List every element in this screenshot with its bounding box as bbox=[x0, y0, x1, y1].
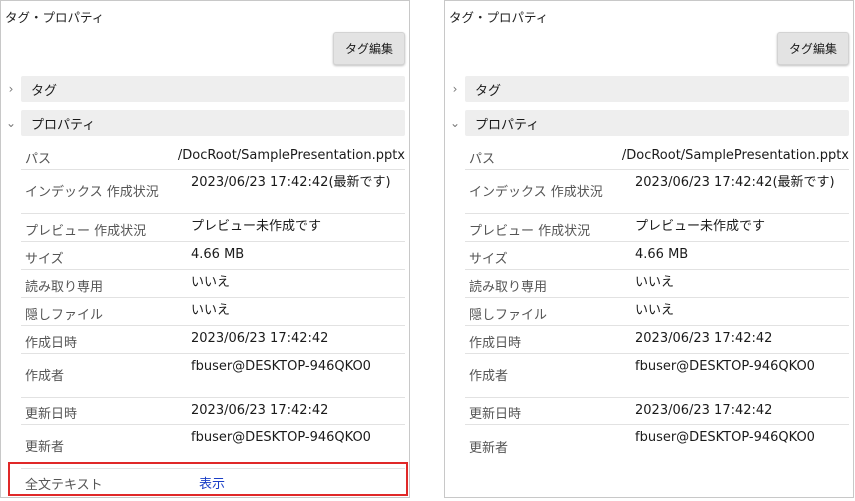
property-value: 2023/06/23 17:42:42(最新です) bbox=[191, 175, 391, 190]
property-value: 4.66 MB bbox=[191, 247, 245, 262]
property-key: 作成者 bbox=[469, 369, 509, 384]
property-key: 作成者 bbox=[25, 369, 65, 384]
chevron-down-icon: ⌄ bbox=[5, 116, 17, 130]
property-value: いいえ bbox=[191, 275, 231, 290]
property-value: 2023/06/23 17:42:42(最新です) bbox=[635, 175, 835, 190]
property-row-path: パス /DocRoot/SamplePresentation.pptx bbox=[465, 143, 849, 170]
property-value: いいえ bbox=[635, 303, 675, 318]
property-row-modifier: 更新者 fbuser@DESKTOP-946QKO0 bbox=[465, 425, 849, 469]
property-row-hidden: 隠しファイル いいえ bbox=[21, 298, 405, 326]
panel-title: タグ・プロパティ bbox=[449, 10, 549, 25]
property-key: サイズ bbox=[25, 252, 64, 267]
property-value: 2023/06/23 17:42:42 bbox=[191, 331, 329, 346]
chevron-right-icon: › bbox=[452, 82, 458, 96]
property-row-created: 作成日時 2023/06/23 17:42:42 bbox=[465, 326, 849, 354]
property-row-creator: 作成者 fbuser@DESKTOP-946QKO0 bbox=[21, 354, 405, 398]
property-key: 読み取り専用 bbox=[25, 280, 104, 295]
property-row-created: 作成日時 2023/06/23 17:42:42 bbox=[21, 326, 405, 354]
chevron-right-icon: › bbox=[8, 82, 14, 96]
property-value: いいえ bbox=[191, 303, 231, 318]
property-value: fbuser@DESKTOP-946QKO0 bbox=[635, 430, 815, 445]
property-section-label: プロパティ bbox=[465, 110, 849, 136]
property-key: 隠しファイル bbox=[25, 308, 104, 323]
property-key: 更新者 bbox=[469, 440, 509, 456]
property-row-size: サイズ 4.66 MB bbox=[465, 242, 849, 270]
property-key: 更新日時 bbox=[25, 407, 78, 422]
property-row-modified: 更新日時 2023/06/23 17:42:42 bbox=[21, 398, 405, 425]
property-key: 読み取り専用 bbox=[469, 280, 548, 295]
property-value: fbuser@DESKTOP-946QKO0 bbox=[191, 430, 371, 445]
tag-section-header[interactable]: › タグ bbox=[449, 76, 849, 102]
property-row-size: サイズ 4.66 MB bbox=[21, 242, 405, 270]
property-key: インデックス 作成状況 bbox=[469, 185, 603, 200]
property-row-modifier: 更新者 fbuser@DESKTOP-946QKO0 bbox=[21, 425, 405, 469]
property-key: 更新者 bbox=[25, 440, 65, 455]
property-key: プレビュー 作成状況 bbox=[25, 224, 147, 239]
property-section-label: プロパティ bbox=[21, 110, 405, 136]
panel-title: タグ・プロパティ bbox=[5, 10, 105, 25]
property-value: fbuser@DESKTOP-946QKO0 bbox=[191, 359, 371, 374]
property-row-modified: 更新日時 2023/06/23 17:42:42 bbox=[465, 398, 849, 425]
fulltext-show-link[interactable]: 表示 bbox=[199, 474, 225, 496]
property-row-preview: プレビュー 作成状況 プレビュー未作成です bbox=[465, 214, 849, 242]
property-key: 作成日時 bbox=[25, 336, 78, 351]
property-key: 作成日時 bbox=[469, 336, 522, 351]
property-section-header[interactable]: ⌄ プロパティ bbox=[5, 110, 405, 136]
property-table: パス /DocRoot/SamplePresentation.pptx インデッ… bbox=[465, 143, 849, 469]
property-value: いいえ bbox=[635, 275, 675, 290]
property-value: /DocRoot/SamplePresentation.pptx bbox=[177, 148, 405, 163]
property-value: 2023/06/23 17:42:42 bbox=[191, 403, 329, 418]
property-key: 隠しファイル bbox=[469, 308, 548, 323]
property-value: fbuser@DESKTOP-946QKO0 bbox=[635, 359, 815, 374]
property-key: インデックス 作成状況 bbox=[25, 185, 159, 200]
property-row-index: インデックス 作成状況 2023/06/23 17:42:42(最新です) bbox=[21, 170, 405, 214]
tag-section-label: タグ bbox=[465, 76, 849, 102]
tag-property-panel-with-fulltext: タグ・プロパティ タグ編集 › タグ ⌄ プロパティ パス /DocRoot/S… bbox=[0, 0, 410, 498]
property-table: パス /DocRoot/SamplePresentation.pptx インデッ… bbox=[21, 143, 405, 499]
property-key: 更新日時 bbox=[469, 407, 522, 422]
property-row-index: インデックス 作成状況 2023/06/23 17:42:42(最新です) bbox=[465, 170, 849, 214]
tag-edit-button[interactable]: タグ編集 bbox=[333, 32, 405, 65]
tag-property-panel: タグ・プロパティ タグ編集 › タグ ⌄ プロパティ パス /DocRoot/S… bbox=[444, 0, 854, 498]
property-key: サイズ bbox=[469, 252, 508, 267]
property-value: 2023/06/23 17:42:42 bbox=[635, 403, 773, 418]
property-value: 4.66 MB bbox=[635, 247, 689, 262]
property-row-preview: プレビュー 作成状況 プレビュー未作成です bbox=[21, 214, 405, 242]
property-key: 全文テキスト bbox=[25, 477, 103, 493]
property-value: /DocRoot/SamplePresentation.pptx bbox=[621, 148, 849, 163]
property-row-hidden: 隠しファイル いいえ bbox=[465, 298, 849, 326]
property-key: プレビュー 作成状況 bbox=[469, 224, 591, 239]
tag-section-header[interactable]: › タグ bbox=[5, 76, 405, 102]
property-value: プレビュー未作成です bbox=[191, 219, 322, 234]
tag-section-label: タグ bbox=[21, 76, 405, 102]
property-row-readonly: 読み取り専用 いいえ bbox=[465, 270, 849, 298]
tag-edit-button[interactable]: タグ編集 bbox=[777, 32, 849, 65]
property-row-path: パス /DocRoot/SamplePresentation.pptx bbox=[21, 143, 405, 170]
property-value: 2023/06/23 17:42:42 bbox=[635, 331, 773, 346]
property-section-header[interactable]: ⌄ プロパティ bbox=[449, 110, 849, 136]
property-row-creator: 作成者 fbuser@DESKTOP-946QKO0 bbox=[465, 354, 849, 398]
property-value: プレビュー未作成です bbox=[635, 219, 766, 234]
property-row-readonly: 読み取り専用 いいえ bbox=[21, 270, 405, 298]
property-row-fulltext: 全文テキスト 表示 bbox=[21, 469, 405, 499]
chevron-down-icon: ⌄ bbox=[449, 116, 461, 130]
